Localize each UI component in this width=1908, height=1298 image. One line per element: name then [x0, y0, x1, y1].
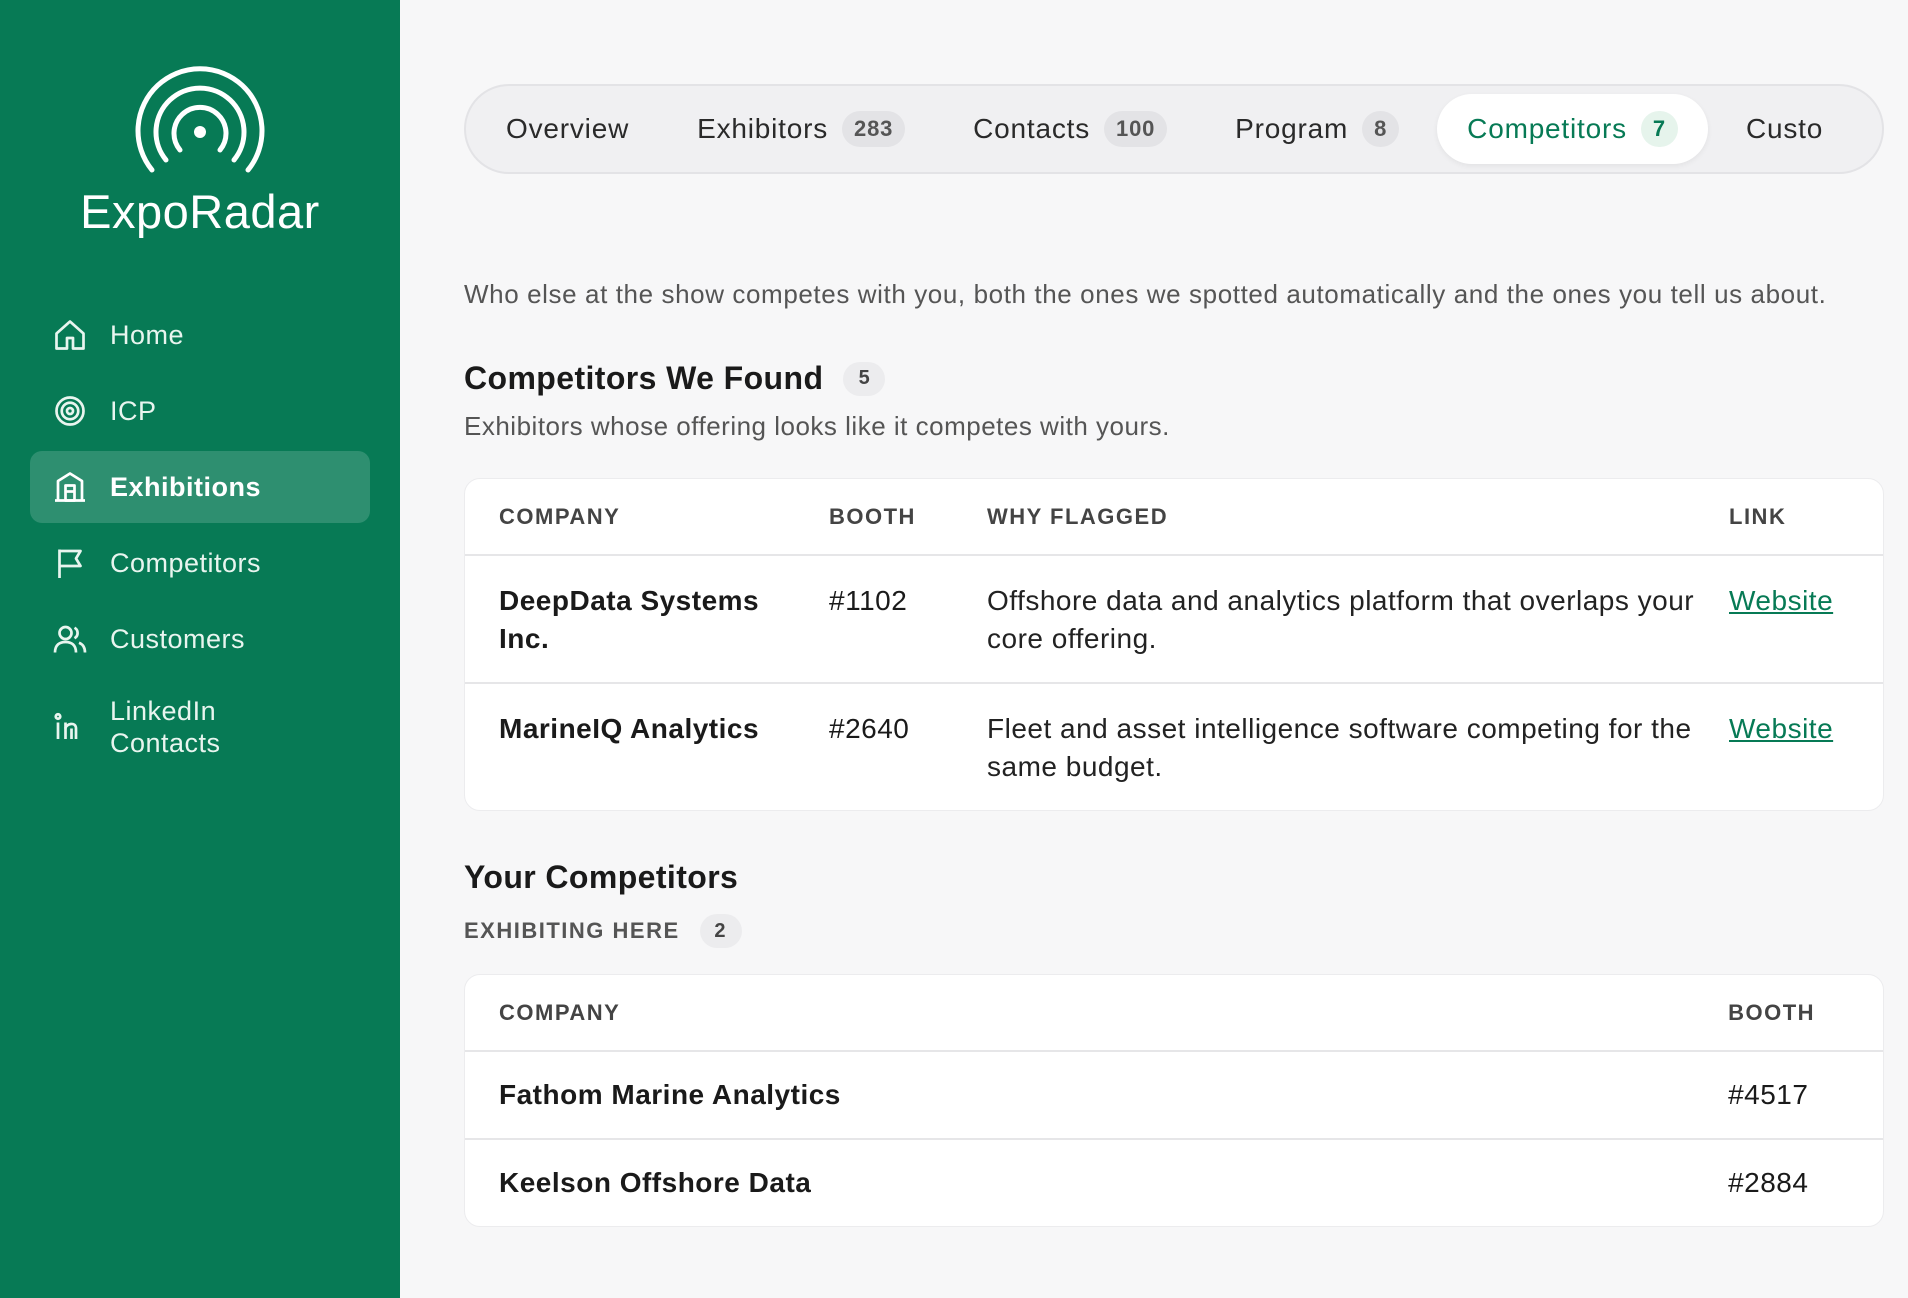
linkedin-icon: [52, 709, 88, 745]
your-competitors-table: COMPANY BOOTH Fathom Marine Analytics #4…: [464, 974, 1884, 1227]
company-cell: Fathom Marine Analytics: [465, 1051, 1695, 1140]
booth-cell: #4517: [1694, 1051, 1883, 1140]
booth-cell: #2884: [1728, 1167, 1809, 1198]
tab-count-badge: 283: [842, 111, 906, 147]
table-row: MarineIQ Analytics #2640 Fleet and asset…: [465, 683, 1883, 810]
website-link[interactable]: Website: [1729, 713, 1833, 744]
intro-text: Who else at the show competes with you, …: [464, 279, 1827, 309]
tab-count-badge: 7: [1640, 111, 1678, 147]
tab-label: Program: [1235, 113, 1349, 144]
tab-bar: Overview Exhibitors 283 Contacts 100 Pro…: [464, 84, 1884, 174]
booth-cell: #2640: [829, 713, 910, 744]
column-header-company: COMPANY: [465, 975, 1695, 1052]
company-cell: Keelson Offshore Data: [499, 1167, 812, 1198]
radar-icon: [135, 66, 265, 173]
found-section-title: Competitors We Found 5: [464, 360, 1908, 397]
company-cell: MarineIQ Analytics: [499, 713, 760, 744]
sidebar-item-label: Exhibitions: [110, 471, 262, 502]
sidebar-item-linkedin-contacts[interactable]: LinkedIn Contacts: [30, 679, 370, 775]
sidebar: ExpoRadar Home ICP Exhibitions Competito…: [0, 0, 400, 1298]
table-header-row: COMPANY BOOTH: [465, 975, 1883, 1052]
main-content: Overview Exhibitors 283 Contacts 100 Pro…: [400, 0, 1908, 1298]
column-header-company: COMPANY: [465, 479, 795, 556]
website-link[interactable]: Website: [1729, 585, 1833, 616]
table-row[interactable]: Fathom Marine Analytics #4517: [465, 1051, 1883, 1140]
tab-exhibitors[interactable]: Exhibitors 283: [667, 94, 935, 164]
found-title: Competitors We Found: [464, 360, 824, 396]
tab-overview[interactable]: Overview: [476, 94, 659, 164]
found-subtitle: Exhibitors whose offering looks like it …: [464, 411, 1170, 441]
sidebar-item-competitors[interactable]: Competitors: [30, 527, 370, 599]
link-cell: Website: [1695, 555, 1883, 684]
sidebar-item-label: Customers: [110, 623, 246, 654]
brand-logo[interactable]: ExpoRadar: [0, 60, 400, 239]
tab-label: Exhibitors: [697, 113, 829, 144]
table-row: DeepData Systems Inc. #1102 Offshore dat…: [465, 555, 1883, 684]
tab-program[interactable]: Program 8: [1205, 94, 1429, 164]
table-row[interactable]: Keelson Offshore Data #2884: [465, 1139, 1883, 1226]
building-icon: [52, 469, 88, 505]
booth-cell: #1102: [795, 555, 953, 684]
tab-count-badge: 8: [1362, 111, 1400, 147]
target-icon: [52, 393, 88, 429]
tab-label: Custo: [1745, 113, 1824, 144]
home-icon: [52, 317, 88, 353]
exhibiting-here-label: EXHIBITING HERE 2: [464, 914, 1908, 948]
found-competitors-table: COMPANY BOOTH WHY FLAGGED LINK DeepData …: [464, 478, 1884, 811]
sidebar-item-label: LinkedIn Contacts: [110, 695, 221, 758]
users-icon: [52, 621, 88, 657]
your-competitors-title: Your Competitors: [464, 859, 739, 895]
sidebar-item-icp[interactable]: ICP: [30, 375, 370, 447]
flag-icon: [52, 545, 88, 581]
tab-label: Competitors: [1467, 113, 1627, 144]
sidebar-item-customers[interactable]: Customers: [30, 603, 370, 675]
column-header-booth: BOOTH: [795, 479, 953, 556]
company-cell: DeepData Systems Inc.: [465, 555, 795, 684]
column-header-why-flagged: WHY FLAGGED: [953, 479, 1695, 556]
link-cell: Website: [1695, 683, 1883, 810]
tab-label: Contacts: [973, 113, 1091, 144]
tab-count-badge: 100: [1104, 111, 1168, 147]
tab-contacts[interactable]: Contacts 100: [943, 94, 1197, 164]
tab-label: Overview: [506, 113, 630, 144]
sidebar-item-label: ICP: [110, 395, 157, 426]
column-header-link: LINK: [1695, 479, 1883, 556]
column-header-booth: BOOTH: [1694, 975, 1883, 1052]
why-flagged-cell: Offshore data and analytics platform tha…: [953, 555, 1695, 684]
exhibiting-here-text: EXHIBITING HERE: [464, 918, 680, 943]
exhibiting-count-badge: 2: [699, 914, 742, 948]
why-flagged-cell: Fleet and asset intelligence software co…: [987, 713, 1692, 782]
found-count-badge: 5: [843, 361, 886, 396]
sidebar-item-home[interactable]: Home: [30, 299, 370, 371]
brand-name: ExpoRadar: [80, 185, 320, 238]
sidebar-item-label: Home: [110, 319, 185, 350]
tab-customers[interactable]: Custo: [1716, 94, 1853, 164]
table-header-row: COMPANY BOOTH WHY FLAGGED LINK: [465, 479, 1883, 556]
sidebar-item-exhibitions[interactable]: Exhibitions: [30, 451, 370, 523]
tab-competitors[interactable]: Competitors 7: [1437, 94, 1708, 164]
sidebar-nav: Home ICP Exhibitions Competitors Custome…: [0, 299, 400, 775]
sidebar-item-label: Competitors: [110, 547, 262, 578]
